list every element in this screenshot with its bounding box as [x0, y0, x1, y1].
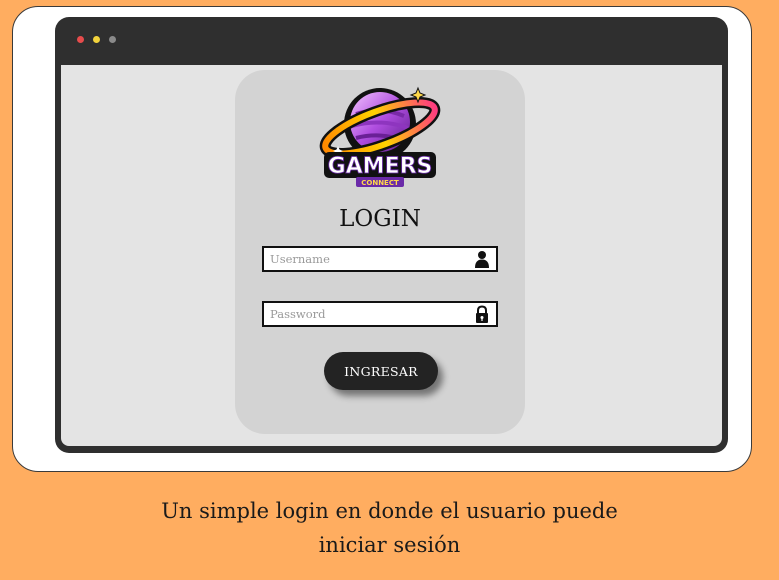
- logo-subtext: CONNECT: [361, 179, 399, 187]
- logo-wordmark: GAMERS: [328, 154, 433, 179]
- caption: Un simple login en donde el usuario pued…: [0, 494, 779, 562]
- password-input[interactable]: [270, 303, 466, 325]
- planet-logo-icon: GAMERS CONNECT: [319, 86, 441, 187]
- maximize-dot-icon[interactable]: [109, 36, 116, 43]
- login-title: LOGIN: [339, 206, 421, 232]
- username-field[interactable]: [262, 246, 498, 272]
- caption-line-2: iniciar sesión: [318, 533, 461, 557]
- login-panel: GAMERS CONNECT LOGIN Username INGRESAR: [235, 70, 525, 434]
- minimize-dot-icon[interactable]: [93, 36, 100, 43]
- caption-line-1: Un simple login en donde el usuario pued…: [161, 499, 618, 523]
- window-titlebar: [55, 17, 728, 65]
- password-field[interactable]: [262, 301, 498, 327]
- username-input[interactable]: [270, 248, 466, 270]
- browser-viewport: GAMERS CONNECT LOGIN Username INGRESAR: [61, 65, 722, 446]
- ingresar-button[interactable]: INGRESAR: [324, 352, 438, 390]
- browser-window: GAMERS CONNECT LOGIN Username INGRESAR: [55, 17, 728, 453]
- lock-icon: [476, 305, 488, 323]
- user-icon: [475, 251, 489, 268]
- close-dot-icon[interactable]: [77, 36, 84, 43]
